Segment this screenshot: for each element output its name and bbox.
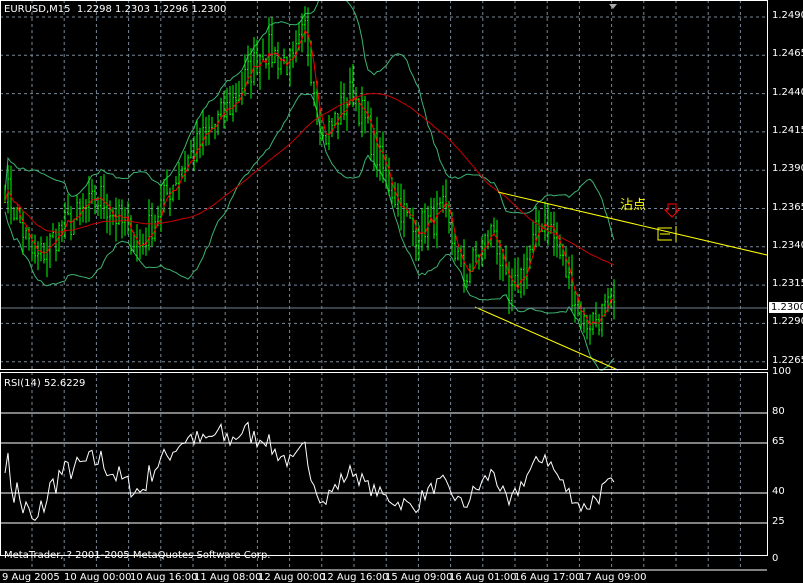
- time-tick: 11 Aug 08:00: [194, 572, 262, 583]
- arrow-down-icon[interactable]: [663, 203, 681, 218]
- symbol-label: EURUSD,M15: [4, 4, 71, 15]
- time-tick: 12 Aug 16:00: [321, 572, 389, 583]
- bollinger-lower: [4, 93, 615, 372]
- rsi-tick: 0: [772, 553, 779, 564]
- annotation-text[interactable]: 沾点: [620, 194, 646, 213]
- time-tick: 10 Aug 00:00: [64, 572, 132, 583]
- close-price: 1.2300: [191, 4, 227, 15]
- time-tick: 16 Aug 17:00: [514, 572, 582, 583]
- copyright-text: MetaTrader, ? 2001-2005 MetaQuotes Softw…: [4, 550, 271, 561]
- rsi-tick: 40: [772, 486, 785, 497]
- rsi-tick: 100: [772, 366, 792, 377]
- time-tick: 10 Aug 16:00: [130, 572, 198, 583]
- lower-trendline[interactable]: [474, 306, 619, 371]
- price-tick: 1.2465: [772, 48, 803, 60]
- price-tick: 1.2315: [772, 278, 803, 290]
- price-tick: 1.2365: [772, 201, 803, 213]
- rsi-label: RSI(14) 52.6229: [4, 378, 86, 389]
- main-window-border: [0, 0, 768, 370]
- open-price: 1.2298: [76, 4, 112, 15]
- rsi-tick: 80: [772, 406, 785, 417]
- time-tick: 17 Aug 09:00: [579, 572, 647, 583]
- slow-ma-line: [4, 92, 615, 266]
- rsi-tick: 65: [772, 436, 785, 447]
- price-tick: 1.2340: [772, 239, 803, 251]
- price-tick: 1.2440: [772, 86, 803, 98]
- shift-marker-icon[interactable]: [609, 4, 617, 9]
- current-price-label: 1.2300: [769, 302, 803, 313]
- price-tick: 1.2265: [772, 354, 803, 366]
- time-tick: 15 Aug 09:00: [385, 572, 453, 583]
- price-tick: 1.2415: [772, 124, 803, 136]
- price-tick: 1.2290: [772, 316, 803, 328]
- annotation-bracket[interactable]: [657, 226, 677, 242]
- grid: [0, 0, 767, 570]
- rsi-tick: 25: [772, 516, 785, 527]
- price-bars: [4, 6, 615, 345]
- chart-header: EURUSD,M15 1.2298 1.2303 1.2296 1.2300: [4, 4, 226, 15]
- price-tick: 1.2490: [772, 10, 803, 21]
- time-tick: 9 Aug 2005: [2, 572, 60, 583]
- low-price: 1.2296: [153, 4, 189, 15]
- high-price: 1.2303: [115, 4, 151, 15]
- rsi-window-border: [0, 372, 768, 556]
- price-tick: 1.2390: [772, 163, 803, 175]
- time-tick: 12 Aug 00:00: [258, 572, 326, 583]
- price-chart[interactable]: [0, 0, 803, 583]
- time-tick: 16 Aug 01:00: [449, 572, 517, 583]
